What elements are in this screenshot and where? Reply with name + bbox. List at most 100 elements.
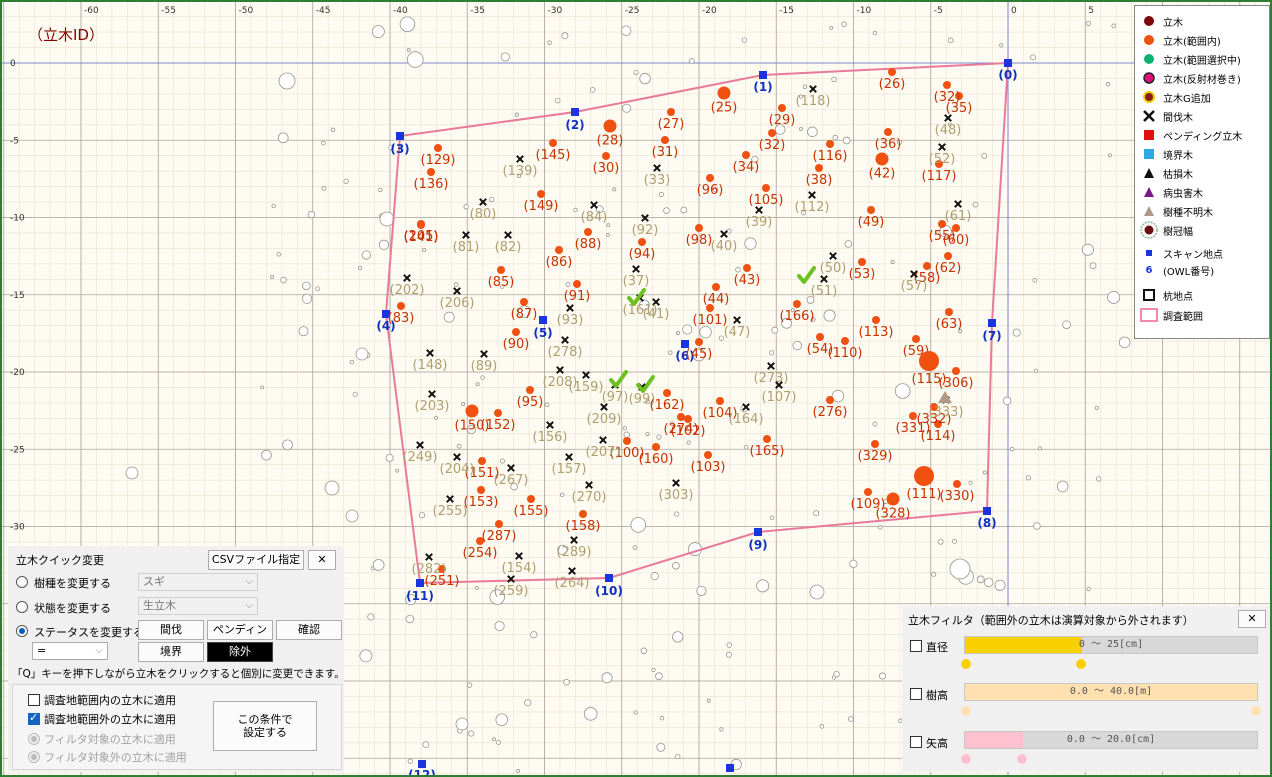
- tree-in-range[interactable]: [497, 266, 505, 274]
- tree-in-range[interactable]: [603, 119, 617, 133]
- tree-in-range[interactable]: [527, 495, 535, 503]
- state-radio[interactable]: [16, 601, 28, 613]
- tree-in-range[interactable]: [717, 86, 731, 100]
- tree-in-range[interactable]: [579, 510, 587, 518]
- state-select[interactable]: 生立木 ⌵: [138, 597, 258, 615]
- tree-in-range[interactable]: [826, 140, 834, 148]
- tree-in-range[interactable]: [943, 81, 951, 89]
- status-boundary-button[interactable]: 境界: [138, 642, 204, 662]
- height-range-slider[interactable]: 0.0 〜 40.0[m]: [964, 683, 1258, 701]
- tree-in-range[interactable]: [923, 262, 931, 270]
- tree-in-range[interactable]: [465, 404, 479, 418]
- tree-in-range[interactable]: [886, 492, 900, 506]
- tree-in-range[interactable]: [884, 128, 892, 136]
- diameter-range-slider[interactable]: 0 〜 25[cm]: [964, 636, 1258, 654]
- survey-point-marker[interactable]: [416, 579, 424, 587]
- tree-in-range[interactable]: [743, 264, 751, 272]
- status-thinning-button[interactable]: 間伐: [138, 620, 204, 640]
- tree-in-range[interactable]: [888, 68, 896, 76]
- apply-outside-checkbox[interactable]: [28, 711, 40, 725]
- tree-in-range[interactable]: [478, 457, 486, 465]
- survey-point-marker[interactable]: [726, 764, 734, 772]
- tree-in-range[interactable]: [952, 367, 960, 375]
- tree-in-range[interactable]: [919, 351, 939, 371]
- survey-point-marker[interactable]: [1004, 59, 1012, 67]
- tree-in-range[interactable]: [667, 108, 675, 116]
- status-exclude-button[interactable]: 除外: [207, 642, 273, 662]
- status-radio[interactable]: [16, 625, 28, 637]
- tree-in-range[interactable]: [704, 451, 712, 459]
- apply-settings-button[interactable]: この条件で 設定する: [213, 701, 317, 751]
- tree-in-range[interactable]: [417, 220, 425, 228]
- tree-in-range[interactable]: [512, 328, 520, 336]
- survey-point-marker[interactable]: [988, 319, 996, 327]
- tree-in-range[interactable]: [434, 144, 442, 152]
- tree-in-range[interactable]: [477, 486, 485, 494]
- filter-close-button[interactable]: ✕: [1238, 610, 1266, 628]
- arrow-height-range-slider[interactable]: 0.0 〜 20.0[cm]: [964, 731, 1258, 749]
- tree-in-range[interactable]: [677, 413, 685, 421]
- tree-in-range[interactable]: [495, 520, 503, 528]
- tree-in-range[interactable]: [867, 206, 875, 214]
- species-radio[interactable]: [16, 576, 28, 588]
- status-confirm-button[interactable]: 確認: [276, 620, 342, 640]
- tree-in-range[interactable]: [663, 389, 671, 397]
- tree-in-range[interactable]: [584, 228, 592, 236]
- survey-point-marker[interactable]: [396, 132, 404, 140]
- diameter-max-handle[interactable]: [1075, 659, 1086, 669]
- tree-in-range[interactable]: [706, 174, 714, 182]
- tree-in-range[interactable]: [871, 440, 879, 448]
- tree-in-range[interactable]: [397, 302, 405, 310]
- tree-in-range[interactable]: [778, 104, 786, 112]
- tree-in-range[interactable]: [716, 397, 724, 405]
- tree-in-range[interactable]: [602, 152, 610, 160]
- diameter-filter-checkbox[interactable]: [910, 640, 922, 652]
- tree-in-range[interactable]: [623, 437, 631, 445]
- survey-point-marker[interactable]: [983, 507, 991, 515]
- survey-point-marker[interactable]: [754, 528, 762, 536]
- tree-in-range[interactable]: [912, 335, 920, 343]
- tree-in-range[interactable]: [944, 252, 952, 260]
- survey-point-marker[interactable]: [759, 71, 767, 79]
- tree-in-range[interactable]: [494, 409, 502, 417]
- quick-close-button[interactable]: ✕: [308, 550, 336, 570]
- tree-in-range[interactable]: [555, 246, 563, 254]
- tree-in-range[interactable]: [742, 151, 750, 159]
- tree-in-range[interactable]: [695, 224, 703, 232]
- tree-in-range[interactable]: [816, 333, 824, 341]
- tree-in-range[interactable]: [815, 164, 823, 172]
- tree-in-range[interactable]: [695, 338, 703, 346]
- csv-file-button[interactable]: CSVファイル指定: [208, 550, 304, 570]
- arrow-height-filter-checkbox[interactable]: [910, 736, 922, 748]
- tree-in-range[interactable]: [537, 190, 545, 198]
- tree-in-range[interactable]: [953, 480, 961, 488]
- tree-in-range[interactable]: [858, 258, 866, 266]
- tree-in-range[interactable]: [762, 184, 770, 192]
- survey-point-marker[interactable]: [605, 574, 613, 582]
- species-select[interactable]: スギ ⌵: [138, 573, 258, 591]
- survey-point-marker[interactable]: [571, 108, 579, 116]
- tree-in-range[interactable]: [841, 337, 849, 345]
- height-min-handle[interactable]: [961, 706, 971, 716]
- tree-in-range[interactable]: [573, 280, 581, 288]
- tree-in-range[interactable]: [945, 308, 953, 316]
- tree-in-range[interactable]: [652, 443, 660, 451]
- height-max-handle[interactable]: [1251, 706, 1261, 716]
- tree-in-range[interactable]: [768, 129, 776, 137]
- height-filter-checkbox[interactable]: [910, 688, 922, 700]
- apply-inside-checkbox[interactable]: [28, 694, 40, 706]
- tree-in-range[interactable]: [427, 168, 435, 176]
- tree-in-range[interactable]: [793, 300, 801, 308]
- tree-in-range[interactable]: [952, 224, 960, 232]
- tree-in-range[interactable]: [638, 238, 646, 246]
- arrow-height-max-handle[interactable]: [1017, 754, 1028, 764]
- tree-in-range[interactable]: [826, 396, 834, 404]
- tree-in-range[interactable]: [872, 316, 880, 324]
- arrow-height-min-handle[interactable]: [961, 754, 971, 764]
- tree-in-range[interactable]: [520, 298, 528, 306]
- survey-point-marker[interactable]: [418, 760, 426, 768]
- tree-in-range[interactable]: [914, 466, 934, 486]
- survey-point-marker[interactable]: [539, 316, 547, 324]
- tree-in-range[interactable]: [526, 386, 534, 394]
- status-pending-button[interactable]: ペンディング: [207, 620, 273, 654]
